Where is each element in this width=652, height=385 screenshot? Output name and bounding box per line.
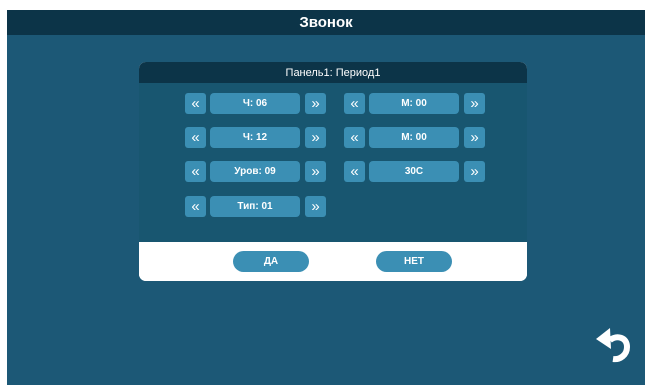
level-field[interactable]: Уров: 09: [210, 161, 300, 182]
dialog-body: « Ч: 06 » « М: 00 » « Ч: 12 » « М: 00 » …: [139, 83, 527, 242]
page-title: Звонок: [7, 10, 645, 35]
duration-prev-button[interactable]: «: [344, 161, 365, 182]
period-dialog: Панель1: Период1 « Ч: 06 » « М: 00 » « Ч…: [139, 62, 527, 281]
ok-button[interactable]: ДА: [233, 251, 309, 272]
back-button[interactable]: [593, 318, 633, 364]
duration-field[interactable]: 30С: [369, 161, 459, 182]
minute-start-prev-button[interactable]: «: [344, 93, 365, 114]
level-next-button[interactable]: »: [305, 161, 326, 182]
minute-end-prev-button[interactable]: «: [344, 127, 365, 148]
dialog-title: Панель1: Период1: [139, 62, 527, 83]
minute-start-field[interactable]: М: 00: [369, 93, 459, 114]
minute-end-next-button[interactable]: »: [464, 127, 485, 148]
hour-start-field[interactable]: Ч: 06: [210, 93, 300, 114]
hour-start-next-button[interactable]: »: [305, 93, 326, 114]
cancel-button[interactable]: НЕТ: [376, 251, 452, 272]
back-arrow-icon: [596, 328, 631, 363]
type-field[interactable]: Тип: 01: [210, 196, 300, 217]
dialog-footer: ДА НЕТ: [139, 242, 527, 281]
type-prev-button[interactable]: «: [185, 196, 206, 217]
screen: Звонок Панель1: Период1 « Ч: 06 » « М: 0…: [7, 10, 645, 385]
hour-start-prev-button[interactable]: «: [185, 93, 206, 114]
hour-end-prev-button[interactable]: «: [185, 127, 206, 148]
minute-end-field[interactable]: М: 00: [369, 127, 459, 148]
level-prev-button[interactable]: «: [185, 161, 206, 182]
duration-next-button[interactable]: »: [464, 161, 485, 182]
hour-end-field[interactable]: Ч: 12: [210, 127, 300, 148]
type-next-button[interactable]: »: [305, 196, 326, 217]
minute-start-next-button[interactable]: »: [464, 93, 485, 114]
hour-end-next-button[interactable]: »: [305, 127, 326, 148]
